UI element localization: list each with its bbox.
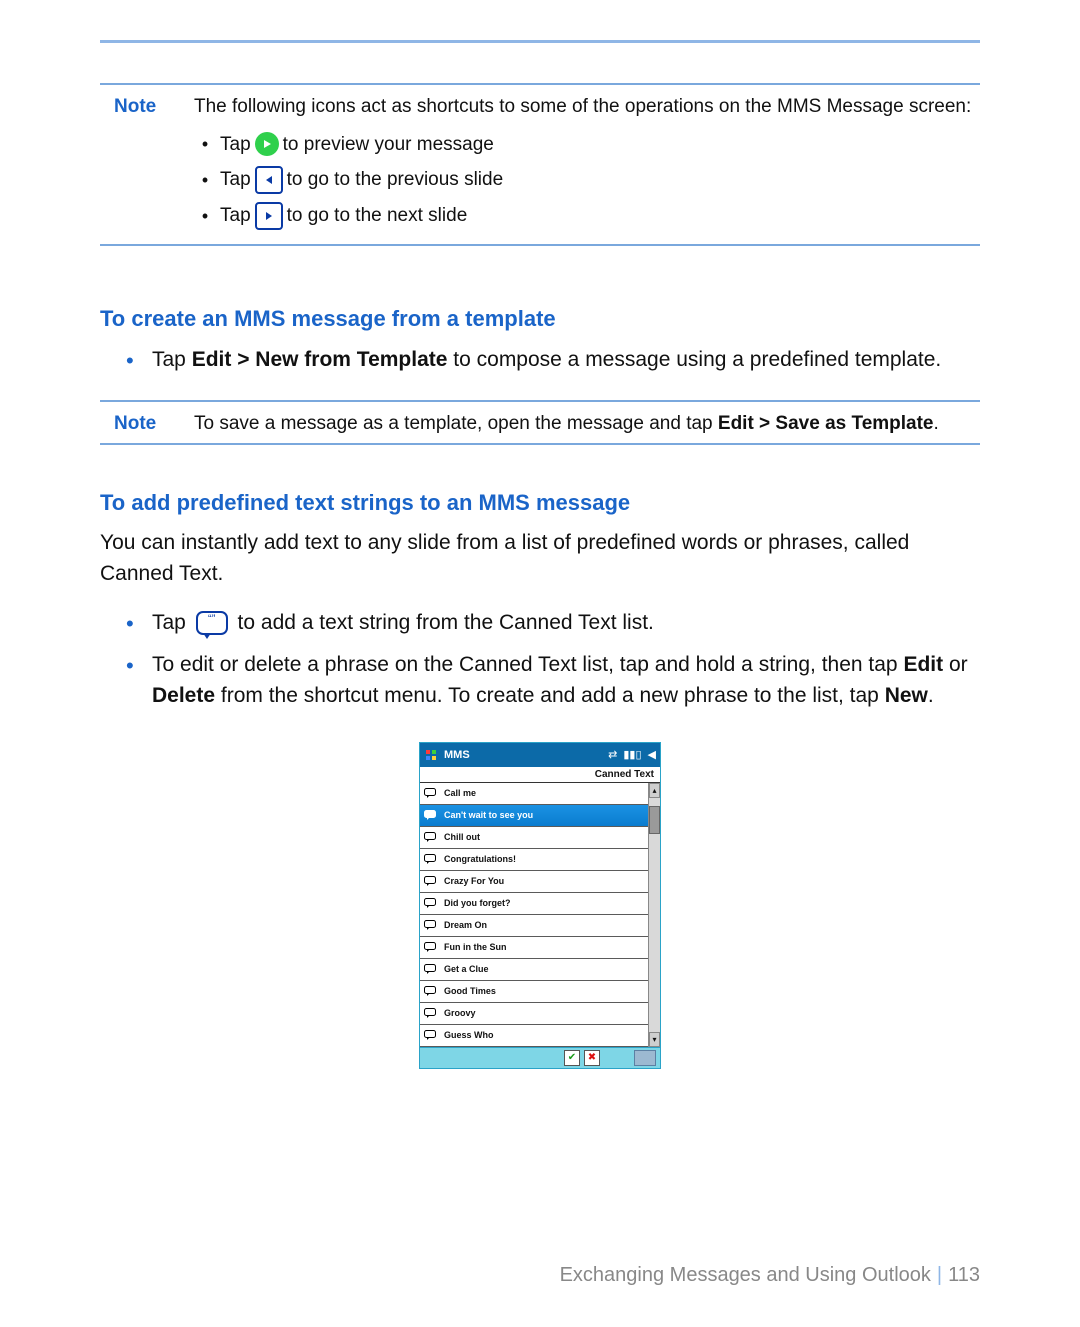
canned-text-label: Crazy For You — [444, 876, 504, 886]
canned-text-item[interactable]: Call me — [420, 783, 648, 805]
canned-text-list[interactable]: Call me Can't wait to see you Chill out Con… — [420, 783, 648, 1047]
manual-page: Note The following icons act as shortcut… — [0, 0, 1080, 1327]
delete-action: Delete — [152, 684, 215, 707]
canned-text-label: Groovy — [444, 1008, 476, 1018]
menu-path: Edit > New from Template — [192, 348, 448, 371]
canned-text-instructions: Tap to add a text string from the Canned… — [100, 607, 980, 712]
note-intro-text: The following icons act as shortcuts to … — [194, 93, 980, 121]
page-number: 113 — [948, 1264, 980, 1286]
titlebar: MMS ⇄ ▮▮▯ ◀ — [420, 743, 660, 767]
edit-action: Edit — [903, 653, 943, 676]
title-icons: ⇄ ▮▮▯ ◀ — [608, 748, 656, 761]
canned-text-label: Call me — [444, 788, 476, 798]
speech-bubble-icon — [424, 964, 438, 974]
speech-bubble-icon — [424, 1008, 438, 1018]
canned-text-item[interactable]: Good Times — [420, 981, 648, 1003]
note-body: The following icons act as shortcuts to … — [194, 93, 980, 238]
scroll-down-icon[interactable]: ▾ — [649, 1032, 660, 1047]
note-box-2: Note To save a message as a template, op… — [100, 400, 980, 446]
shortcut-desc: to go to the next slide — [287, 202, 468, 230]
play-icon — [255, 132, 279, 156]
note-text: To save a message as a template, open th… — [194, 410, 980, 438]
canned-text-item[interactable]: Groovy — [420, 1003, 648, 1025]
app-title: MMS — [444, 749, 608, 761]
canned-text-label: Dream On — [444, 920, 487, 930]
speech-bubble-icon — [424, 1030, 438, 1040]
volume-icon[interactable]: ◀ — [648, 748, 656, 761]
canned-text-label: Get a Clue — [444, 964, 489, 974]
canned-text-item[interactable]: Can't wait to see you — [420, 805, 648, 827]
canned-text-label: Fun in the Sun — [444, 942, 507, 952]
canned-text-item[interactable]: Guess Who — [420, 1025, 648, 1047]
scroll-thumb[interactable] — [649, 806, 660, 834]
list-header: Canned Text — [420, 767, 660, 783]
canned-text-item[interactable]: Crazy For You — [420, 871, 648, 893]
canned-text-item[interactable]: Chill out — [420, 827, 648, 849]
speech-bubble-icon — [424, 898, 438, 908]
new-action: New — [885, 684, 928, 707]
heading-canned-text: To add predefined text strings to an MMS… — [100, 490, 980, 516]
note-rule-bottom — [100, 244, 980, 246]
keyboard-icon[interactable] — [634, 1050, 656, 1066]
canned-text-item[interactable]: Did you forget? — [420, 893, 648, 915]
speech-bubble-icon — [424, 986, 438, 996]
tap-label: Tap — [220, 202, 251, 230]
list-item: Tap to add a text string from the Canned… — [100, 607, 980, 639]
shortcut-desc: to go to the previous slide — [287, 166, 504, 194]
list-item: To edit or delete a phrase on the Canned… — [100, 649, 980, 712]
start-icon[interactable] — [424, 748, 438, 762]
tap-label: Tap — [220, 166, 251, 194]
ok-button[interactable]: ✔ — [564, 1050, 580, 1066]
template-instructions: Tap Edit > New from Template to compose … — [100, 344, 980, 376]
shortcut-line-next: • Tap to go to the next slide — [198, 202, 980, 230]
note-rule-bottom — [100, 443, 980, 445]
shortcut-line-preview: • Tap to preview your message — [198, 131, 980, 159]
page-top-rule — [100, 40, 980, 43]
canned-text-item[interactable]: Congratulations! — [420, 849, 648, 871]
canned-text-label: Good Times — [444, 986, 496, 996]
speech-bubble-icon — [424, 942, 438, 952]
prev-slide-icon — [255, 166, 283, 194]
speech-bubble-icon — [424, 810, 438, 820]
canned-text-item[interactable]: Fun in the Sun — [420, 937, 648, 959]
speech-bubble-icon — [424, 832, 438, 842]
heading-create-template: To create an MMS message from a template — [100, 306, 980, 332]
bottom-bar: ✔ ✖ — [420, 1048, 660, 1068]
shortcut-line-prev: • Tap to go to the previous slide — [198, 166, 980, 194]
canned-text-item[interactable]: Get a Clue — [420, 959, 648, 981]
scroll-track[interactable] — [649, 798, 660, 1032]
list-item: Tap Edit > New from Template to compose … — [100, 344, 980, 376]
signal-icon[interactable]: ▮▮▯ — [623, 748, 641, 761]
canned-text-item[interactable]: Dream On — [420, 915, 648, 937]
speech-bubble-icon — [424, 920, 438, 930]
speech-bubble-icon — [424, 854, 438, 864]
canned-text-label: Congratulations! — [444, 854, 516, 864]
canned-text-label: Did you forget? — [444, 898, 511, 908]
page-footer: Exchanging Messages and Using Outlook|11… — [560, 1264, 980, 1287]
canned-text-icon — [196, 611, 228, 635]
connectivity-icon[interactable]: ⇄ — [608, 748, 617, 761]
note-box-1: Note The following icons act as shortcut… — [100, 83, 980, 246]
note-body: To save a message as a template, open th… — [194, 410, 980, 438]
canned-text-label: Can't wait to see you — [444, 810, 533, 820]
note-label: Note — [100, 410, 194, 438]
speech-bubble-icon — [424, 876, 438, 886]
intro-paragraph: You can instantly add text to any slide … — [100, 528, 980, 589]
cancel-button[interactable]: ✖ — [584, 1050, 600, 1066]
scroll-up-icon[interactable]: ▴ — [649, 783, 660, 798]
shortcut-desc: to preview your message — [283, 131, 494, 159]
next-slide-icon — [255, 202, 283, 230]
device-screenshot: MMS ⇄ ▮▮▯ ◀ Canned Text Call me Can't wai… — [419, 742, 661, 1069]
note-label: Note — [100, 93, 194, 121]
menu-path: Edit > Save as Template — [718, 413, 934, 434]
tap-label: Tap — [220, 131, 251, 159]
scrollbar[interactable]: ▴ ▾ — [648, 783, 660, 1047]
canned-text-label: Chill out — [444, 832, 480, 842]
speech-bubble-icon — [424, 788, 438, 798]
chapter-title: Exchanging Messages and Using Outlook — [560, 1264, 931, 1286]
canned-text-label: Guess Who — [444, 1030, 494, 1040]
